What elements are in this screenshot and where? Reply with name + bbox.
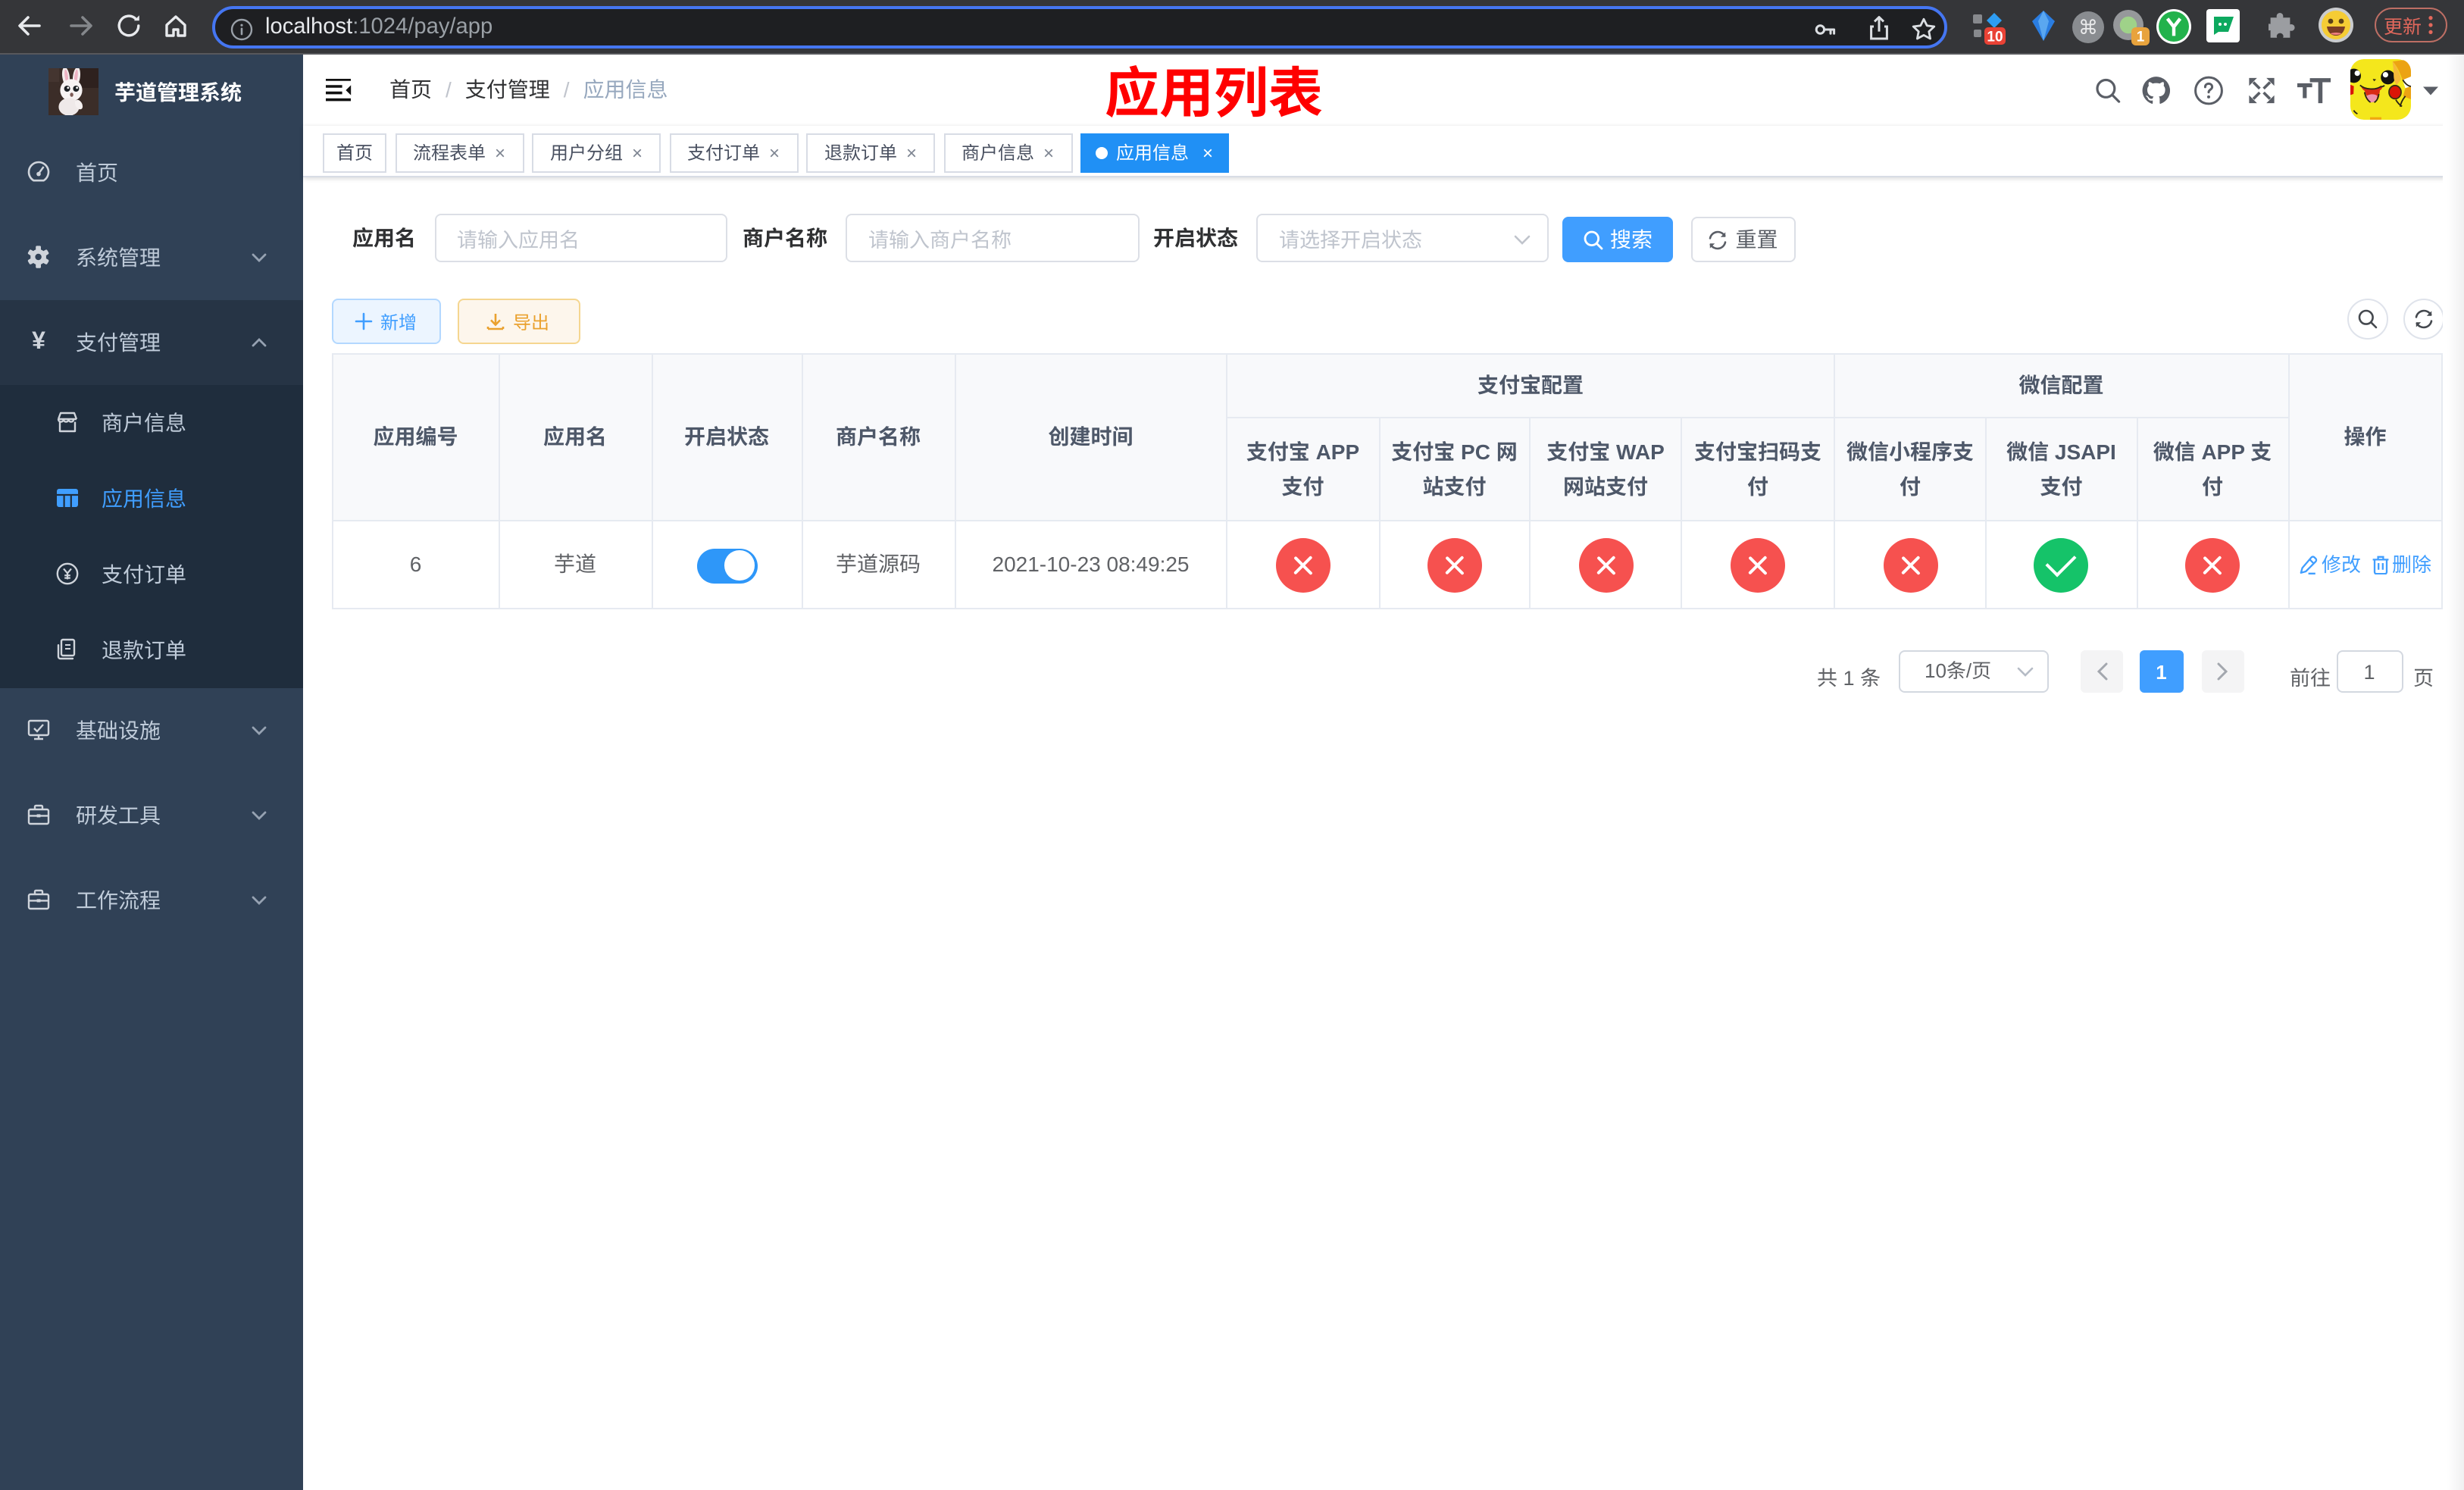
svg-text:10: 10	[1987, 28, 2003, 44]
svg-text:⌘: ⌘	[2078, 16, 2098, 39]
svg-text:1: 1	[2137, 30, 2145, 45]
